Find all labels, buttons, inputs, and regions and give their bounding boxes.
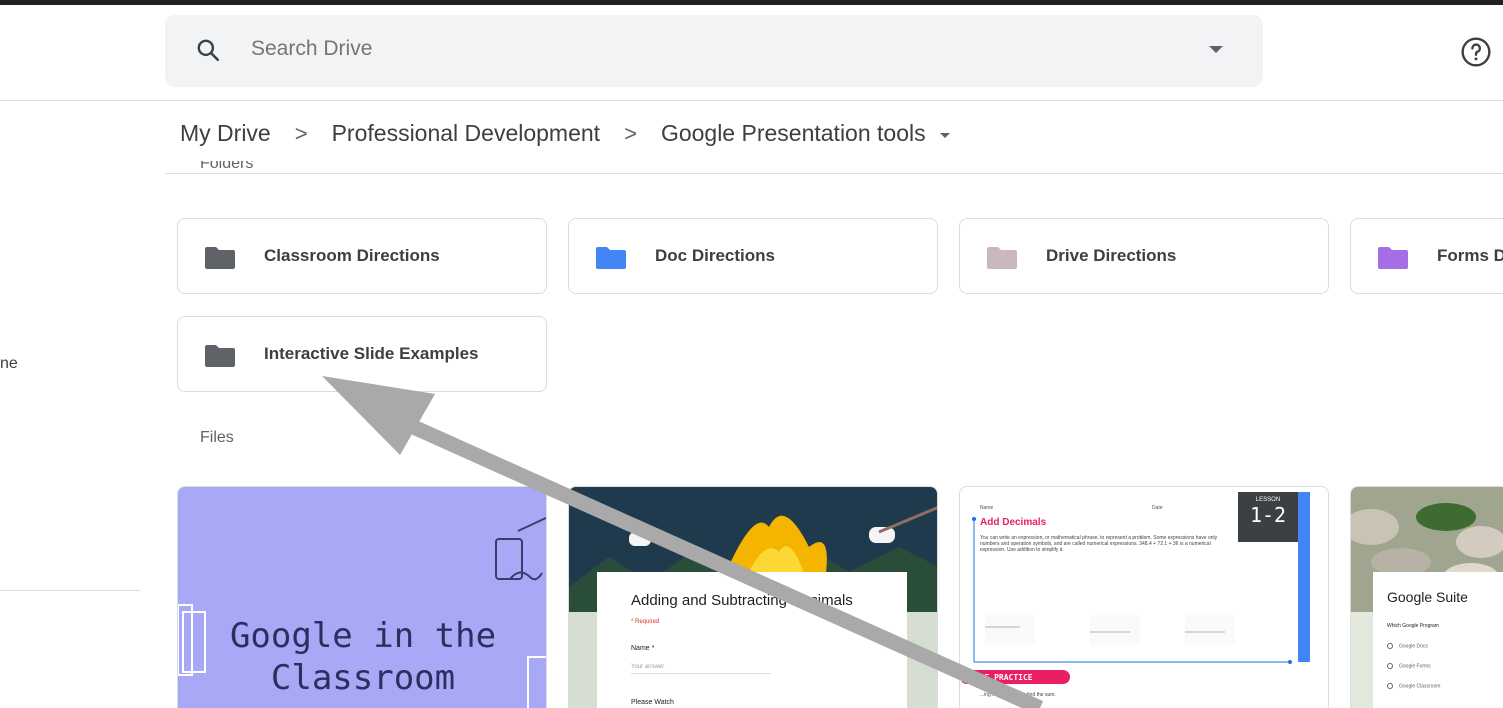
thumbnail-title: Google Suite [1387, 589, 1468, 605]
folder-card-forms-directions[interactable]: Forms Directions [1350, 218, 1503, 294]
form-option: Google Classroom [1387, 683, 1440, 689]
folder-icon [205, 247, 235, 269]
left-sidebar: ne [0, 5, 140, 708]
search-bar[interactable] [165, 15, 1263, 87]
search-icon[interactable] [195, 37, 221, 63]
form-option: Google Forms [1387, 663, 1431, 669]
folder-name: Drive Directions [1046, 246, 1177, 265]
more-practice-label: MORE PRACTICE [970, 673, 1033, 682]
breadcrumb-professional-development[interactable]: Professional Development [332, 120, 600, 147]
required-label: * Required [631, 619, 660, 625]
breadcrumb-my-drive[interactable]: My Drive [180, 120, 271, 147]
sidebar-item-label[interactable]: ne [0, 355, 18, 373]
drive-window: ne My Drive > Professional Development >… [0, 5, 1503, 708]
thumbnail-title: Adding and Subtracting Decimals [631, 592, 853, 609]
header-divider [0, 100, 1503, 101]
file-card-google-suite[interactable]: Google Suite Which Google Program Google… [1350, 486, 1503, 708]
folder-card-drive-directions[interactable]: Drive Directions [959, 218, 1329, 294]
form-question: Which Google Program [1387, 623, 1439, 629]
form-field-label: Please Watch [631, 699, 674, 706]
folder-card-doc-directions[interactable]: Doc Directions [568, 218, 938, 294]
breadcrumb-separator: > [624, 120, 637, 146]
folder-name: Classroom Directions [264, 246, 440, 265]
caret-down-icon[interactable] [939, 133, 950, 138]
worksheet-footer-text: ...ing rounding. Then find the sum. [980, 692, 1056, 698]
search-options-caret-icon[interactable] [1209, 46, 1223, 53]
folder-icon [205, 345, 235, 367]
folder-icon [1378, 247, 1408, 269]
breadcrumb-separator: > [294, 120, 308, 146]
folder-name: Forms Directions [1437, 246, 1503, 265]
folder-name: Doc Directions [655, 246, 775, 265]
form-field-label: Name * [631, 645, 655, 652]
form-option: Google Docs [1387, 643, 1428, 649]
folder-icon [987, 247, 1017, 269]
breadcrumb: My Drive > Professional Development > Go… [180, 120, 950, 147]
file-card-adding-subtracting-decimals[interactable]: Adding and Subtracting Decimals * Requir… [568, 486, 938, 708]
thumbnail-title-line: Google in the [229, 616, 497, 656]
files-section-label: Files [200, 429, 234, 446]
file-card-google-in-the-classroom[interactable]: Google in the Classroom [177, 486, 547, 708]
folder-name: Interactive Slide Examples [264, 344, 479, 363]
folder-card-classroom-directions[interactable]: Classroom Directions [177, 218, 547, 294]
search-input[interactable] [251, 37, 1151, 61]
thumbnail-title-line: Classroom [270, 658, 456, 698]
folder-icon [596, 247, 626, 269]
form-field-placeholder: Your answer [631, 664, 665, 670]
folder-card-interactive-slide-examples[interactable]: Interactive Slide Examples [177, 316, 547, 392]
breadcrumb-current-folder[interactable]: Google Presentation tools [661, 120, 926, 147]
folders-section-label: Folders [200, 161, 254, 172]
sidebar-divider [0, 590, 140, 591]
file-card-add-decimals[interactable]: Name Date LESSON 1-2 Add Decimals You ca… [959, 486, 1329, 708]
breadcrumb-divider [165, 173, 1503, 174]
help-icon[interactable] [1460, 36, 1492, 68]
